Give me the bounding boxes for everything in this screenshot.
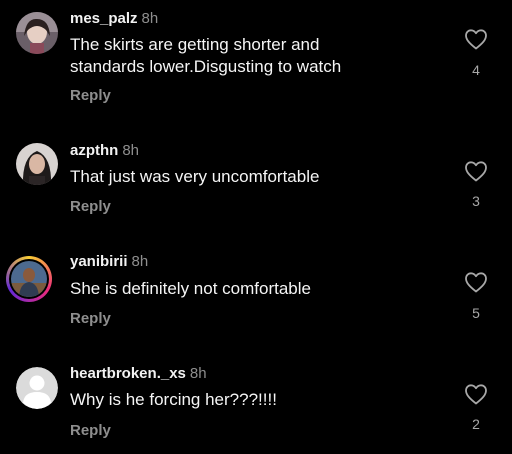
reply-button[interactable]: Reply: [70, 309, 111, 329]
avatar-photo: [16, 12, 58, 54]
avatar[interactable]: [16, 12, 58, 54]
comment-header: mes_palz 8h: [70, 9, 158, 29]
avatar-photo: [16, 143, 58, 185]
comment-text: That just was very uncomfortable: [70, 166, 450, 188]
comment-text: Why is he forcing her???!!!!: [70, 389, 450, 411]
reply-button[interactable]: Reply: [70, 421, 111, 441]
heart-outline-icon[interactable]: [464, 160, 488, 182]
timestamp: 8h: [189, 365, 207, 382]
comment-text-line: standards lower.Disgusting to watch: [70, 57, 342, 76]
like-count: 5: [472, 305, 480, 321]
comment-text-line: She is definitely not comfortable: [70, 279, 311, 298]
username[interactable]: mes_palz: [70, 10, 138, 27]
reply-button[interactable]: Reply: [70, 197, 111, 217]
like-count: 3: [472, 193, 480, 209]
heart-outline-icon[interactable]: [464, 271, 488, 293]
avatar-ring-gap: [9, 259, 49, 299]
like-count: 2: [472, 416, 480, 432]
heart-outline-icon[interactable]: [464, 383, 488, 405]
username[interactable]: azpthn: [70, 142, 118, 159]
comment-header: heartbroken._xs 8h: [70, 364, 207, 384]
heart-outline-icon[interactable]: [464, 28, 488, 50]
timestamp: 8h: [122, 142, 140, 159]
like-count: 4: [472, 62, 480, 78]
avatar-photo: [11, 261, 47, 297]
comment-text: She is definitely not comfortable: [70, 278, 450, 300]
username[interactable]: yanibirii: [70, 253, 128, 270]
avatar[interactable]: [6, 256, 52, 302]
timestamp: 8h: [131, 253, 149, 270]
default-avatar-icon[interactable]: [16, 367, 58, 409]
timestamp: 8h: [141, 10, 159, 27]
comment-text-line: Why is he forcing her???!!!!: [70, 390, 277, 409]
avatar[interactable]: [16, 143, 58, 185]
comment-text-line: The skirts are getting shorter and: [70, 35, 320, 54]
comment-header: azpthn 8h: [70, 141, 139, 161]
comment-text-line: That just was very uncomfortable: [70, 167, 320, 186]
username[interactable]: heartbroken._xs: [70, 365, 186, 382]
comment-text: The skirts are getting shorter and stand…: [70, 34, 450, 78]
comment-header: yanibirii 8h: [70, 252, 148, 272]
reply-button[interactable]: Reply: [70, 86, 111, 106]
